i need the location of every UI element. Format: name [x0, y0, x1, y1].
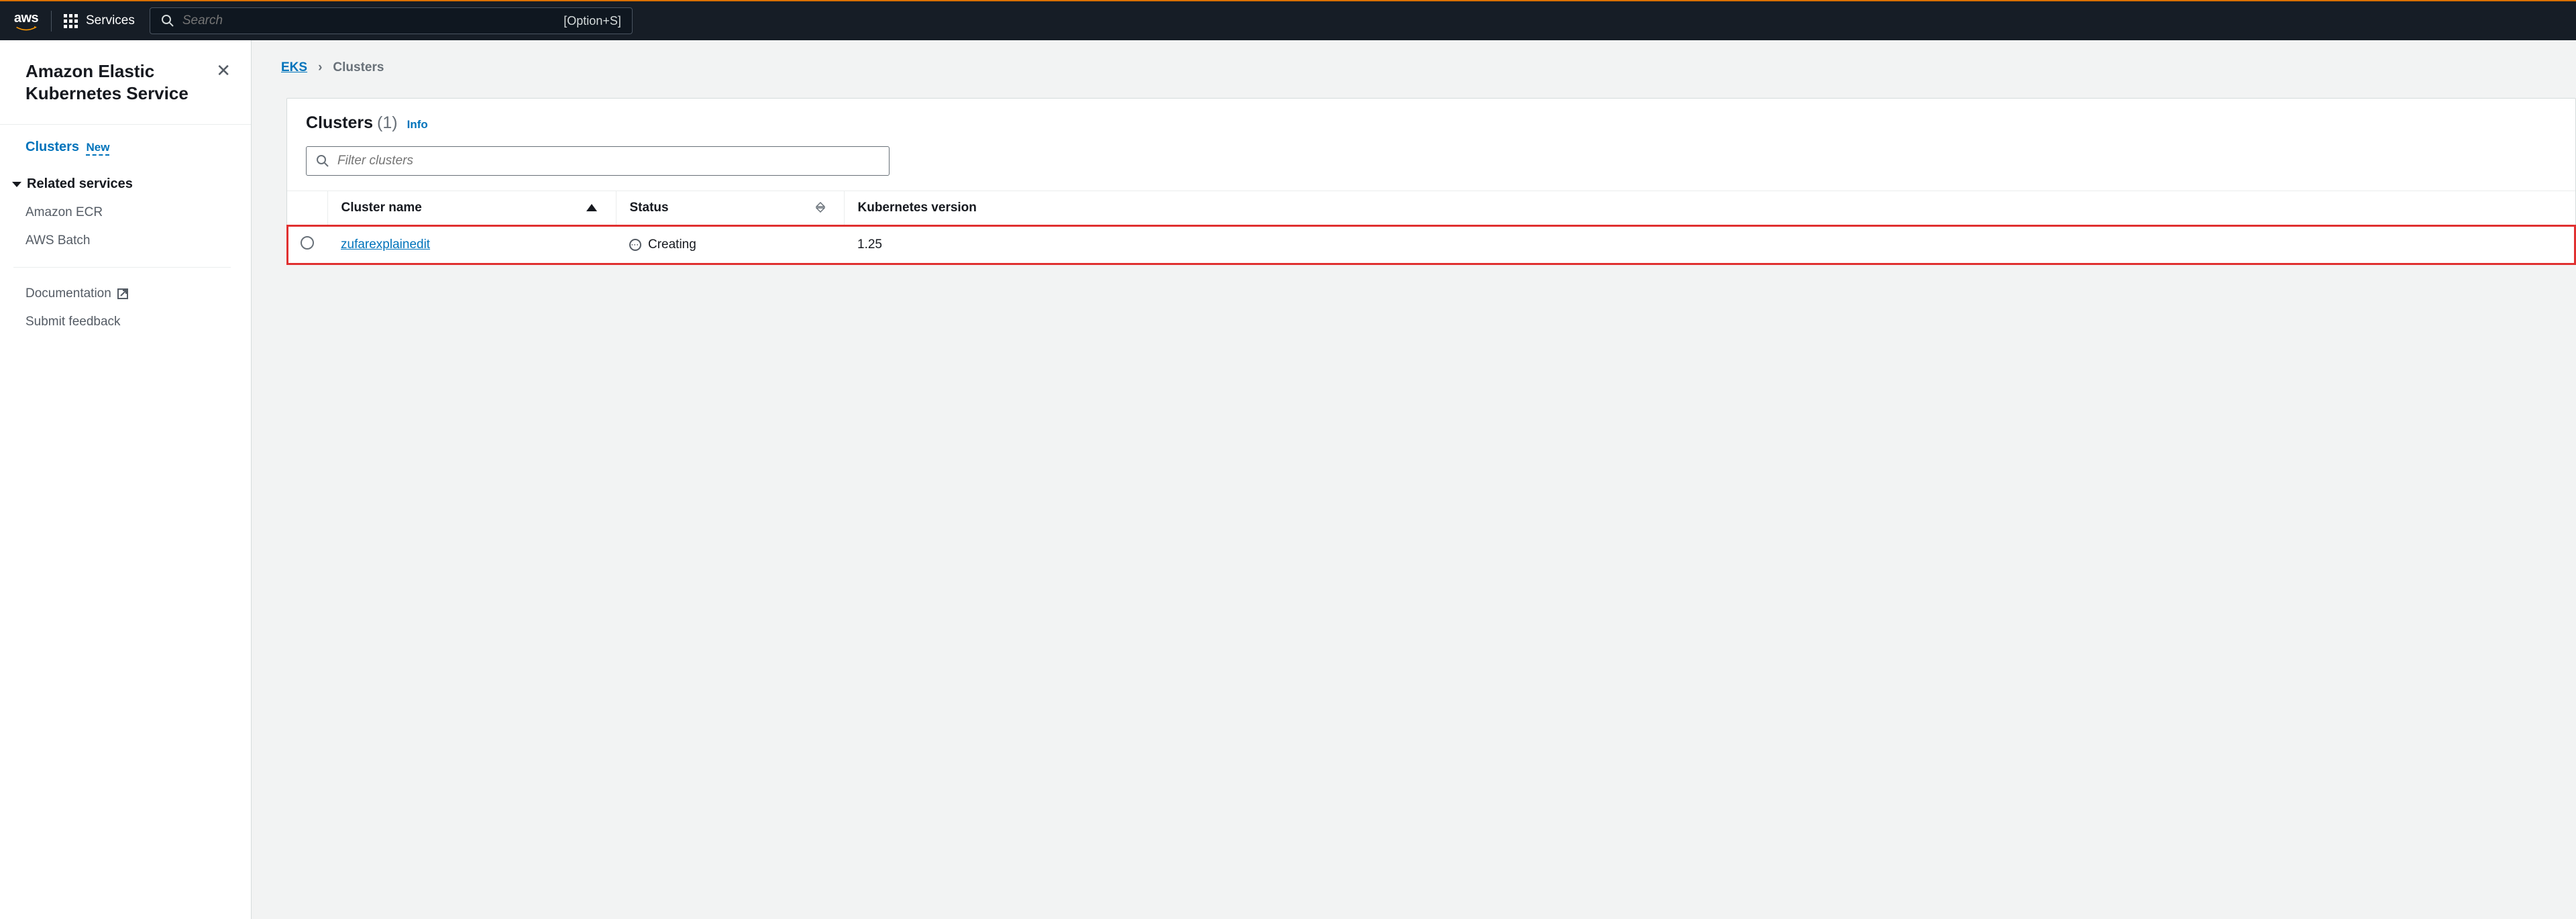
close-icon[interactable]: ✕ — [216, 62, 231, 79]
status-text: Creating — [648, 237, 696, 252]
new-badge: New — [86, 141, 109, 156]
filter-clusters[interactable] — [306, 146, 890, 176]
breadcrumb: EKS › Clusters — [281, 60, 2576, 75]
column-status[interactable]: Status — [616, 191, 844, 225]
table-row: zufarexplainedit ●●● Creating 1.25 — [287, 225, 2575, 265]
row-select-radio[interactable] — [301, 236, 314, 250]
cluster-name-link[interactable]: zufarexplainedit — [341, 237, 430, 252]
sort-none-icon — [816, 202, 825, 213]
main-content: EKS › Clusters Clusters (1) Info — [252, 40, 2576, 919]
caret-down-icon — [12, 182, 21, 187]
column-status-label: Status — [630, 201, 669, 215]
aws-logo-text: aws — [14, 11, 38, 26]
aws-logo[interactable]: aws — [13, 11, 52, 32]
grid-icon — [64, 14, 78, 28]
clusters-table: Cluster name Status Kubernetes version — [287, 191, 2575, 264]
panel-title: Clusters — [306, 113, 373, 133]
select-column-header — [287, 191, 327, 225]
column-name-label: Cluster name — [341, 201, 422, 215]
related-services-label: Related services — [27, 176, 133, 192]
search-shortcut: [Option+S] — [564, 14, 621, 28]
sidebar-item-clusters[interactable]: Clusters — [25, 140, 79, 154]
related-services-header[interactable]: Related services — [0, 170, 251, 199]
external-link-icon — [117, 288, 129, 300]
sidebar-item-ecr[interactable]: Amazon ECR — [0, 199, 251, 227]
search-input[interactable] — [182, 13, 564, 28]
services-button[interactable]: Services — [64, 13, 135, 28]
sort-asc-icon — [586, 204, 597, 211]
sidebar-divider — [13, 267, 231, 268]
column-version[interactable]: Kubernetes version — [844, 191, 2575, 225]
breadcrumb-root[interactable]: EKS — [281, 60, 307, 75]
feedback-link[interactable]: Submit feedback — [0, 308, 251, 336]
breadcrumb-current: Clusters — [333, 60, 384, 75]
chevron-right-icon: › — [318, 60, 322, 75]
version-text: 1.25 — [857, 237, 882, 252]
sidebar-title: Amazon Elastic Kubernetes Service — [25, 60, 216, 104]
search-icon — [161, 14, 174, 28]
documentation-label: Documentation — [25, 286, 111, 301]
panel-count: (1) — [377, 113, 398, 133]
documentation-link[interactable]: Documentation — [0, 280, 251, 308]
column-cluster-name[interactable]: Cluster name — [327, 191, 616, 225]
services-label: Services — [86, 13, 135, 28]
global-search[interactable]: [Option+S] — [150, 7, 633, 34]
sidebar-item-batch[interactable]: AWS Batch — [0, 227, 251, 255]
clusters-panel: Clusters (1) Info Cluster name — [286, 98, 2576, 265]
info-link[interactable]: Info — [407, 118, 428, 131]
filter-input[interactable] — [337, 154, 879, 168]
creating-status-icon: ●●● — [629, 239, 641, 251]
column-version-label: Kubernetes version — [858, 201, 977, 215]
sidebar: Amazon Elastic Kubernetes Service ✕ Clus… — [0, 40, 252, 919]
search-icon — [316, 154, 329, 168]
feedback-label: Submit feedback — [25, 315, 121, 329]
top-nav: aws Services [Option+S] — [0, 0, 2576, 40]
aws-smile-icon — [13, 26, 39, 32]
